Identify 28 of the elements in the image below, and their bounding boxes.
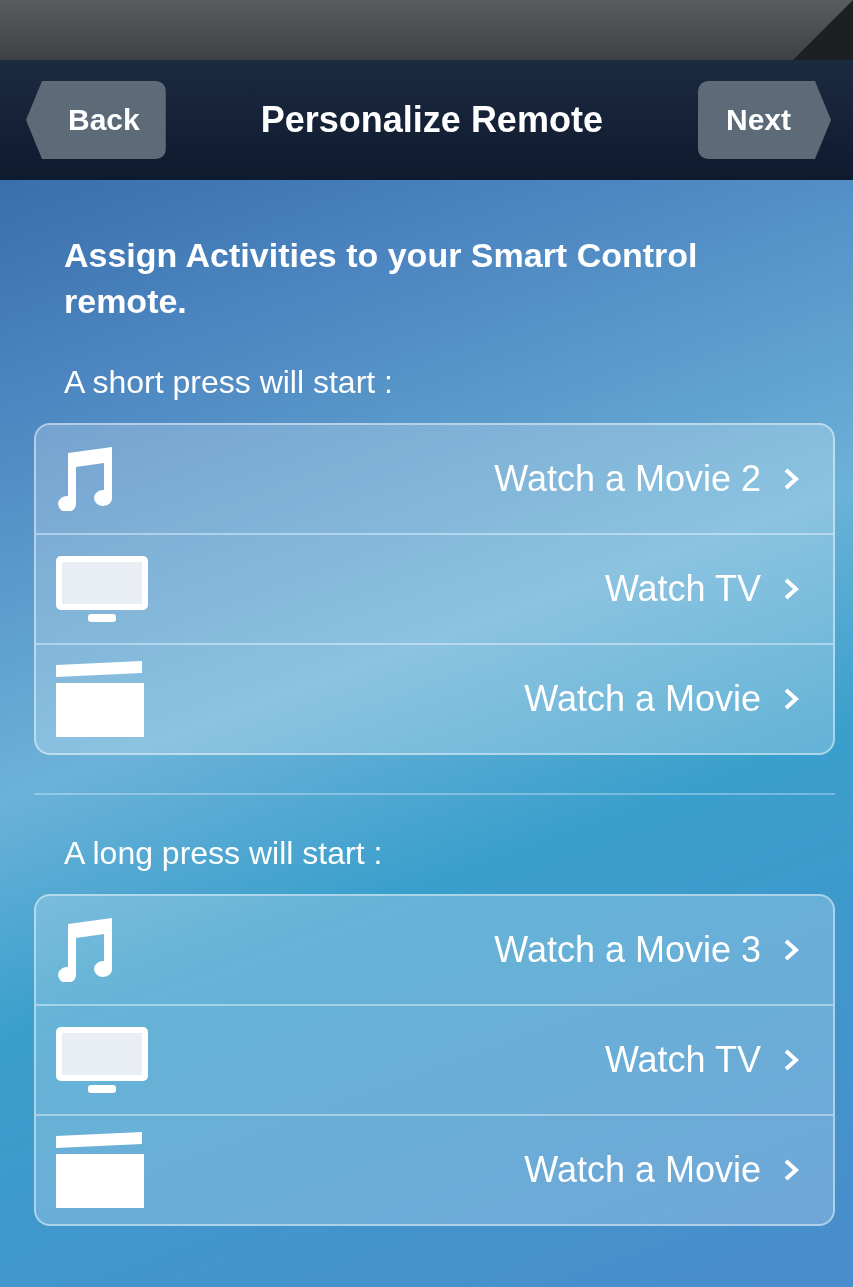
- activity-row[interactable]: Watch TV: [36, 1004, 833, 1114]
- section-label: A long press will start :: [63, 834, 384, 873]
- activity-row[interactable]: Watch a Movie: [36, 643, 833, 753]
- activity-row[interactable]: Watch a Movie: [36, 1114, 833, 1224]
- chevron-icon: [783, 1158, 799, 1182]
- activity-row[interactable]: Watch a Movie 3: [36, 896, 833, 1004]
- next-button[interactable]: Next: [697, 81, 831, 159]
- instruction-heading: Assign Activities to your Smart Control remote.: [63, 235, 699, 322]
- chevron-icon: [783, 938, 799, 962]
- screen-title: Personalize Remote: [260, 99, 603, 141]
- clapperboard-icon: [54, 661, 146, 737]
- activity-name: Watch a Movie: [523, 678, 762, 720]
- chevron-icon: [783, 577, 799, 601]
- chevron-icon: [783, 687, 799, 711]
- activity-name: Watch a Movie: [523, 1149, 762, 1191]
- section-label: A short press will start :: [63, 363, 394, 402]
- activity-name: Watch TV: [603, 1039, 762, 1081]
- activity-name: Watch TV: [603, 568, 762, 610]
- activity-name: Watch a Movie 3: [493, 929, 762, 971]
- activity-row[interactable]: Watch TV: [36, 533, 833, 643]
- back-button[interactable]: Back: [26, 81, 166, 159]
- television-icon: [54, 554, 150, 624]
- activity-name: Watch a Movie 2: [493, 458, 762, 500]
- clapperboard-icon: [54, 1132, 146, 1208]
- chevron-icon: [783, 1048, 799, 1072]
- activity-row[interactable]: Watch a Movie 2: [36, 425, 833, 533]
- television-icon: [54, 1025, 150, 1095]
- chevron-icon: [783, 467, 799, 491]
